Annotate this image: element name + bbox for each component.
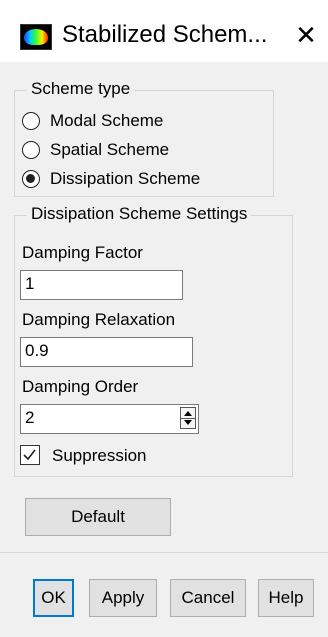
checkmark-icon [23, 449, 36, 461]
radio-modal-scheme[interactable]: Modal Scheme [22, 110, 163, 132]
help-button[interactable]: Help [258, 579, 314, 617]
radio-icon[interactable] [22, 112, 40, 130]
radio-label: Modal Scheme [50, 111, 164, 130]
damping-order-spinner[interactable]: 2 [20, 404, 199, 434]
damping-relaxation-input[interactable]: 0.9 [20, 337, 193, 367]
radio-label: Dissipation Scheme [50, 169, 201, 188]
damping-order-value[interactable]: 2 [25, 408, 34, 427]
cancel-button[interactable]: Cancel [170, 579, 246, 617]
radio-icon[interactable] [22, 141, 40, 159]
spinner-arrows-icon[interactable] [180, 407, 196, 429]
close-button[interactable]: ✕ [292, 20, 320, 50]
spin-up-icon[interactable] [184, 411, 192, 416]
damping-factor-input[interactable]: 1 [20, 270, 183, 300]
suppression-label: Suppression [52, 446, 147, 465]
default-button[interactable]: Default [25, 498, 171, 536]
radio-label: Spatial Scheme [50, 140, 170, 159]
app-icon [20, 24, 52, 50]
title-bar: Stabilized Schem... ✕ [0, 0, 328, 62]
spin-down-icon[interactable] [184, 420, 192, 425]
separator [0, 552, 328, 553]
damping-relaxation-label: Damping Relaxation [22, 310, 176, 329]
scheme-type-title: Scheme type [27, 79, 135, 99]
ok-button[interactable]: OK [33, 579, 74, 617]
suppression-checkbox[interactable] [20, 445, 40, 465]
radio-dissipation-scheme[interactable]: Dissipation Scheme [22, 168, 200, 190]
window-title: Stabilized Schem... [62, 21, 268, 48]
damping-order-label: Damping Order [22, 377, 139, 396]
radio-selected-icon[interactable] [22, 170, 40, 188]
dialog-body: Scheme type Modal Scheme Spatial Scheme … [0, 62, 328, 637]
radio-spatial-scheme[interactable]: Spatial Scheme [22, 139, 169, 161]
apply-button[interactable]: Apply [89, 579, 157, 617]
damping-factor-label: Damping Factor [22, 243, 143, 262]
dissipation-settings-title: Dissipation Scheme Settings [27, 204, 252, 224]
